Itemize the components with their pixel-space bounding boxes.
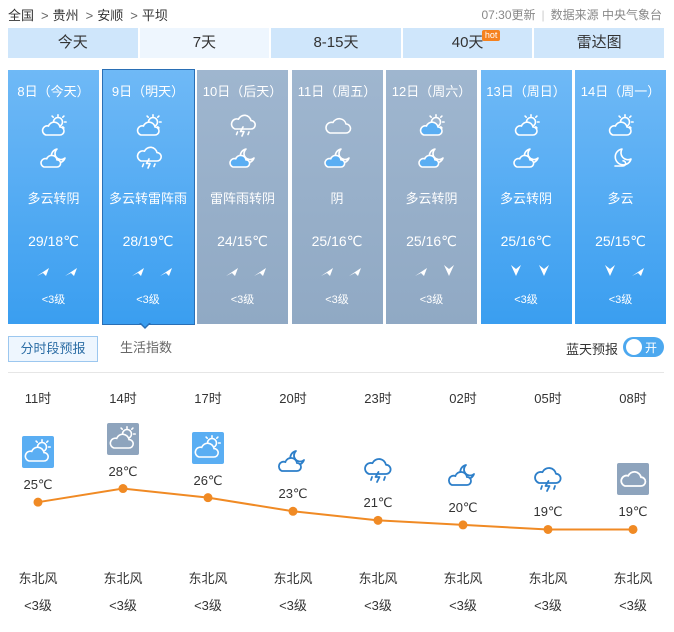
cloudy-night-icon — [447, 459, 479, 491]
hour-time: 23时 — [364, 391, 392, 406]
thunder-rain-icon — [362, 454, 394, 486]
hour-time: 08时 — [619, 391, 647, 406]
temperature-curve — [33, 484, 638, 534]
temperature-point — [203, 493, 213, 503]
partly-cloudy-icon — [192, 431, 224, 464]
hour-time: 11时 — [24, 391, 52, 406]
hour-wind-level: <3级 — [24, 598, 52, 613]
cloud-icon — [617, 463, 649, 496]
hour-wind-direction: 东北风 — [528, 571, 568, 586]
hour-time: 20时 — [279, 391, 307, 406]
hour-time: 17时 — [194, 391, 222, 406]
hour-wind-level: <3级 — [534, 598, 562, 613]
hour-wind-level: <3级 — [109, 598, 137, 613]
hour-wind-level: <3级 — [364, 598, 392, 613]
hour-temperature: 21℃ — [363, 495, 393, 511]
hour-temperature: 19℃ — [618, 504, 648, 520]
hour-time: 05时 — [534, 391, 562, 406]
temperature-point — [373, 515, 383, 525]
hour-wind-direction: 东北风 — [18, 571, 58, 586]
hour-wind-direction: 东北风 — [103, 571, 143, 586]
hour-wind-level: <3级 — [279, 598, 307, 613]
hour-wind-level: <3级 — [449, 598, 477, 613]
hour-wind-direction: 东北风 — [443, 571, 483, 586]
temperature-point — [458, 520, 468, 530]
temperature-point — [288, 506, 298, 516]
hour-temperature: 26℃ — [193, 472, 223, 488]
hour-wind-direction: 东北风 — [358, 571, 398, 586]
temperature-point — [628, 524, 638, 534]
hour-time: 02时 — [449, 391, 477, 406]
hour-temperature: 25℃ — [23, 477, 53, 493]
temperature-point — [118, 484, 128, 494]
hour-temperature: 20℃ — [448, 499, 478, 515]
hour-temperature: 23℃ — [278, 486, 308, 502]
hour-wind-direction: 东北风 — [273, 571, 313, 586]
temperature-point — [543, 524, 553, 534]
hour-temperature: 28℃ — [108, 463, 138, 479]
hour-wind-level: <3级 — [619, 598, 647, 613]
hour-wind-level: <3级 — [194, 598, 222, 613]
partly-cloudy-icon — [107, 422, 139, 455]
thunder-rain-icon — [532, 463, 564, 495]
hour-wind-direction: 东北风 — [613, 571, 653, 586]
partly-cloudy-icon — [22, 436, 54, 469]
temperature-point — [33, 497, 43, 507]
hour-wind-direction: 东北风 — [188, 571, 228, 586]
cloudy-night-icon — [277, 445, 309, 477]
hour-temperature: 19℃ — [533, 504, 563, 520]
hour-time: 14时 — [109, 391, 137, 406]
